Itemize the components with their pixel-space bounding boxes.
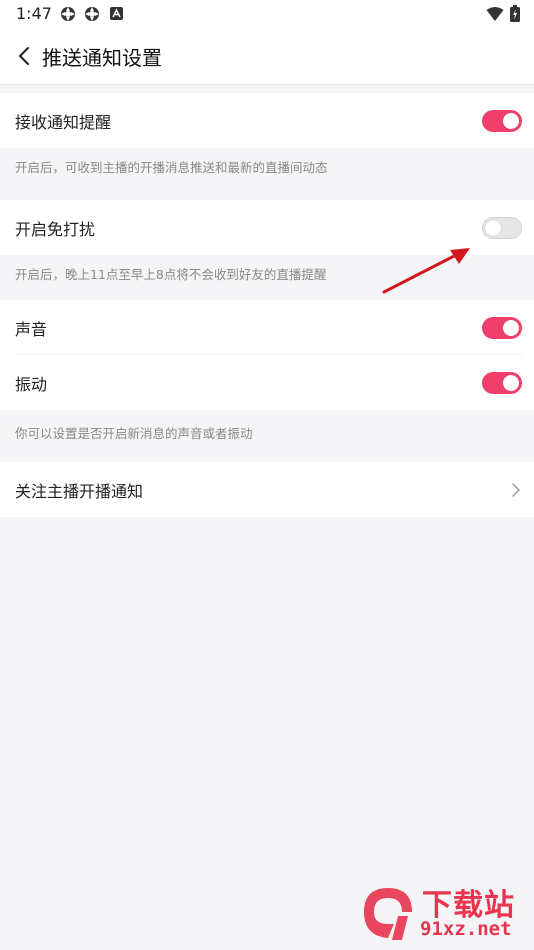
page-title: 推送通知设置 <box>42 46 162 70</box>
gear-icon <box>85 7 99 21</box>
sound-row: 声音 <box>0 300 534 355</box>
sound-label: 声音 <box>15 319 48 339</box>
toggle-knob <box>503 112 519 129</box>
gear-icon <box>61 7 75 21</box>
do-not-disturb-label: 开启免打扰 <box>15 219 96 239</box>
toggle-knob <box>503 319 519 336</box>
battery-icon <box>510 5 520 22</box>
sound-vibration-hint: 你可以设置是否开启新消息的声音或者振动 <box>15 426 253 441</box>
top-bar: 1:47 推送通知设置 <box>0 0 534 85</box>
status-time: 1:47 <box>16 4 52 23</box>
watermark: 下载站 91xz.net <box>358 880 528 944</box>
sound-vibration-card: 声音 振动 <box>0 300 534 410</box>
follow-streamer-label: 关注主播开播通知 <box>15 481 144 501</box>
wifi-icon <box>486 6 504 21</box>
follow-streamer-card[interactable]: 关注主播开播通知 <box>0 462 534 517</box>
receive-notifications-card: 接收通知提醒 <box>0 93 534 148</box>
follow-streamer-row[interactable]: 关注主播开播通知 <box>0 462 534 517</box>
status-right-icons <box>486 5 520 22</box>
receive-notifications-label: 接收通知提醒 <box>15 112 112 132</box>
accessibility-icon <box>110 7 123 20</box>
annotation-arrow-icon <box>382 248 470 294</box>
vibration-toggle[interactable] <box>482 371 522 394</box>
receive-notifications-toggle[interactable] <box>482 109 522 132</box>
sound-toggle[interactable] <box>482 316 522 339</box>
back-button[interactable] <box>10 40 38 72</box>
watermark-logo-icon <box>364 888 412 940</box>
chevron-left-icon <box>19 47 29 65</box>
title-row: 推送通知设置 <box>0 36 534 76</box>
toggle-knob <box>503 374 519 391</box>
receive-notifications-row: 接收通知提醒 <box>0 93 534 148</box>
do-not-disturb-toggle[interactable] <box>482 216 522 239</box>
toggle-knob <box>485 219 501 236</box>
chevron-right-icon <box>512 482 520 497</box>
vibration-label: 振动 <box>15 374 48 394</box>
vibration-row: 振动 <box>0 355 534 410</box>
do-not-disturb-hint: 开启后，晚上11点至早上8点将不会收到好友的直播提醒 <box>15 267 327 282</box>
status-bar: 1:47 <box>0 0 534 28</box>
receive-notifications-hint: 开启后，可收到主播的开播消息推送和最新的直播间动态 <box>15 160 328 175</box>
watermark-domain: 91xz.net <box>420 918 512 940</box>
